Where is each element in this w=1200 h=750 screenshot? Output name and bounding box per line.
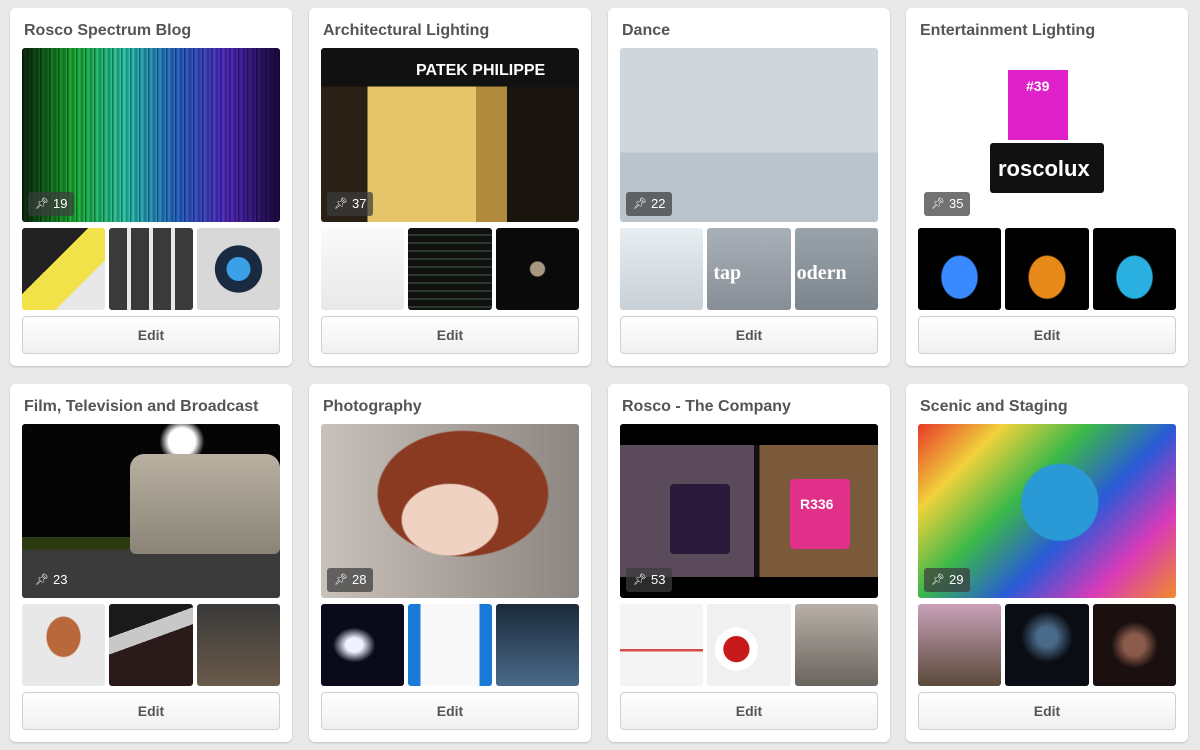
mug-purple bbox=[670, 484, 730, 554]
board-thumbnails bbox=[620, 604, 878, 686]
board-thumbnail[interactable] bbox=[22, 228, 106, 310]
pin-count-badge: 📌︎ 22 bbox=[626, 192, 673, 216]
board-cover-image[interactable]: 📌︎ 28 bbox=[321, 424, 579, 598]
board-title[interactable]: Entertainment Lighting bbox=[920, 22, 1180, 40]
board-thumbnail[interactable] bbox=[196, 604, 280, 686]
board-thumbnails bbox=[22, 604, 280, 686]
board-thumbnail[interactable] bbox=[408, 604, 492, 686]
pin-count-badge: 📌︎ 37 bbox=[327, 192, 374, 216]
pin-count: 53 bbox=[650, 572, 666, 587]
board-title[interactable]: Architectural Lighting bbox=[323, 22, 583, 40]
board-thumbnail[interactable] bbox=[707, 604, 791, 686]
board-thumbnails bbox=[918, 604, 1176, 686]
board-thumbnail[interactable] bbox=[918, 604, 1002, 686]
pin-count: 35 bbox=[948, 196, 964, 211]
board-card-film-television-broadcast[interactable]: Film, Television and Broadcast 📌︎ 23 Edit bbox=[10, 384, 292, 742]
cover-sign-text: PATEK PHILIPPE bbox=[416, 62, 546, 79]
board-thumbnails bbox=[321, 228, 579, 310]
board-cover-image[interactable]: PATEK PHILIPPE 📌︎ 37 bbox=[321, 48, 579, 222]
board-cover-image[interactable]: #39 roscolux 📌︎ 35 bbox=[918, 48, 1176, 222]
board-title[interactable]: Film, Television and Broadcast bbox=[24, 398, 284, 416]
edit-board-button[interactable]: Edit bbox=[22, 316, 280, 354]
board-thumbnail[interactable]: odern bbox=[794, 228, 878, 310]
board-thumbnail[interactable] bbox=[794, 604, 878, 686]
board-thumbnails bbox=[918, 228, 1176, 310]
board-card-dance[interactable]: Dance 📌︎ 22 tap odern Edit bbox=[608, 8, 890, 366]
pushpin-icon: 📌︎ bbox=[334, 198, 348, 210]
board-thumbnail[interactable] bbox=[109, 604, 193, 686]
mug-label: R336 bbox=[800, 496, 834, 512]
pin-count-badge: 📌︎ 29 bbox=[924, 568, 971, 592]
pin-count-badge: 📌︎ 53 bbox=[626, 568, 673, 592]
board-thumbnail[interactable] bbox=[109, 228, 193, 310]
board-card-photography[interactable]: Photography 📌︎ 28 Edit bbox=[309, 384, 591, 742]
board-cover-image[interactable]: 📌︎ 22 bbox=[620, 48, 878, 222]
pin-count-badge: 📌︎ 19 bbox=[28, 192, 75, 216]
pushpin-icon: 📌︎ bbox=[633, 574, 647, 586]
board-card-scenic-and-staging[interactable]: Scenic and Staging 📌︎ 29 Edit bbox=[906, 384, 1188, 742]
pushpin-icon: 📌︎ bbox=[334, 574, 348, 586]
pin-count: 29 bbox=[948, 572, 964, 587]
board-title[interactable]: Dance bbox=[622, 22, 882, 40]
board-thumbnail[interactable] bbox=[495, 228, 579, 310]
board-thumbnail[interactable] bbox=[620, 604, 704, 686]
pushpin-icon: 📌︎ bbox=[931, 198, 945, 210]
pushpin-icon: 📌︎ bbox=[35, 198, 49, 210]
board-thumbnail[interactable] bbox=[408, 228, 492, 310]
board-thumbnails: tap odern bbox=[620, 228, 878, 310]
edit-board-button[interactable]: Edit bbox=[321, 692, 579, 730]
board-title[interactable]: Rosco Spectrum Blog bbox=[24, 22, 284, 40]
board-thumbnail[interactable] bbox=[620, 228, 704, 310]
board-thumbnail[interactable] bbox=[196, 228, 280, 310]
edit-board-button[interactable]: Edit bbox=[918, 692, 1176, 730]
car-shape bbox=[130, 454, 280, 554]
board-thumbnail[interactable] bbox=[918, 228, 1002, 310]
pin-count: 37 bbox=[351, 196, 367, 211]
board-title[interactable]: Rosco - The Company bbox=[622, 398, 882, 416]
board-thumbnails bbox=[22, 228, 280, 310]
board-card-rosco-spectrum-blog[interactable]: Rosco Spectrum Blog 📌︎ 19 Edit bbox=[10, 8, 292, 366]
mug-pink bbox=[790, 479, 850, 549]
pin-count-badge: 📌︎ 23 bbox=[28, 568, 75, 592]
pin-count-badge: 📌︎ 35 bbox=[924, 192, 971, 216]
pushpin-icon: 📌︎ bbox=[931, 574, 945, 586]
pin-count: 28 bbox=[351, 572, 367, 587]
edit-board-button[interactable]: Edit bbox=[22, 692, 280, 730]
pin-count: 22 bbox=[650, 196, 666, 211]
pin-count-badge: 📌︎ 28 bbox=[327, 568, 374, 592]
board-thumbnail[interactable] bbox=[1005, 604, 1089, 686]
board-card-entertainment-lighting[interactable]: Entertainment Lighting #39 roscolux 📌︎ 35… bbox=[906, 8, 1188, 366]
board-title[interactable]: Scenic and Staging bbox=[920, 398, 1180, 416]
board-card-architectural-lighting[interactable]: Architectural Lighting PATEK PHILIPPE 📌︎… bbox=[309, 8, 591, 366]
swatch-number: #39 bbox=[1026, 78, 1050, 94]
board-thumbnail[interactable] bbox=[321, 228, 405, 310]
edit-board-button[interactable]: Edit bbox=[620, 316, 878, 354]
board-thumbnail[interactable] bbox=[1005, 228, 1089, 310]
board-thumbnails bbox=[321, 604, 579, 686]
board-thumbnail[interactable] bbox=[22, 604, 106, 686]
board-cover-image[interactable]: 📌︎ 29 bbox=[918, 424, 1176, 598]
pin-count: 19 bbox=[52, 196, 68, 211]
pushpin-icon: 📌︎ bbox=[633, 198, 647, 210]
board-cover-image[interactable]: R336 📌︎ 53 bbox=[620, 424, 878, 598]
board-thumbnail[interactable]: tap bbox=[707, 228, 791, 310]
board-cover-image[interactable]: 📌︎ 23 bbox=[22, 424, 280, 598]
board-thumbnail[interactable] bbox=[495, 604, 579, 686]
edit-board-button[interactable]: Edit bbox=[321, 316, 579, 354]
board-cover-image[interactable]: 📌︎ 19 bbox=[22, 48, 280, 222]
board-card-rosco-the-company[interactable]: Rosco - The Company R336 📌︎ 53 Edit bbox=[608, 384, 890, 742]
board-thumbnail[interactable] bbox=[1092, 604, 1176, 686]
board-thumbnail[interactable] bbox=[1092, 228, 1176, 310]
roscolux-logo: roscolux bbox=[998, 156, 1090, 181]
thumbnail-text: tap bbox=[713, 262, 742, 284]
board-thumbnail[interactable] bbox=[321, 604, 405, 686]
thumbnail-text: odern bbox=[796, 262, 847, 284]
pushpin-icon: 📌︎ bbox=[35, 574, 49, 586]
pin-count: 23 bbox=[52, 572, 68, 587]
edit-board-button[interactable]: Edit bbox=[620, 692, 878, 730]
edit-board-button[interactable]: Edit bbox=[918, 316, 1176, 354]
board-title[interactable]: Photography bbox=[323, 398, 583, 416]
